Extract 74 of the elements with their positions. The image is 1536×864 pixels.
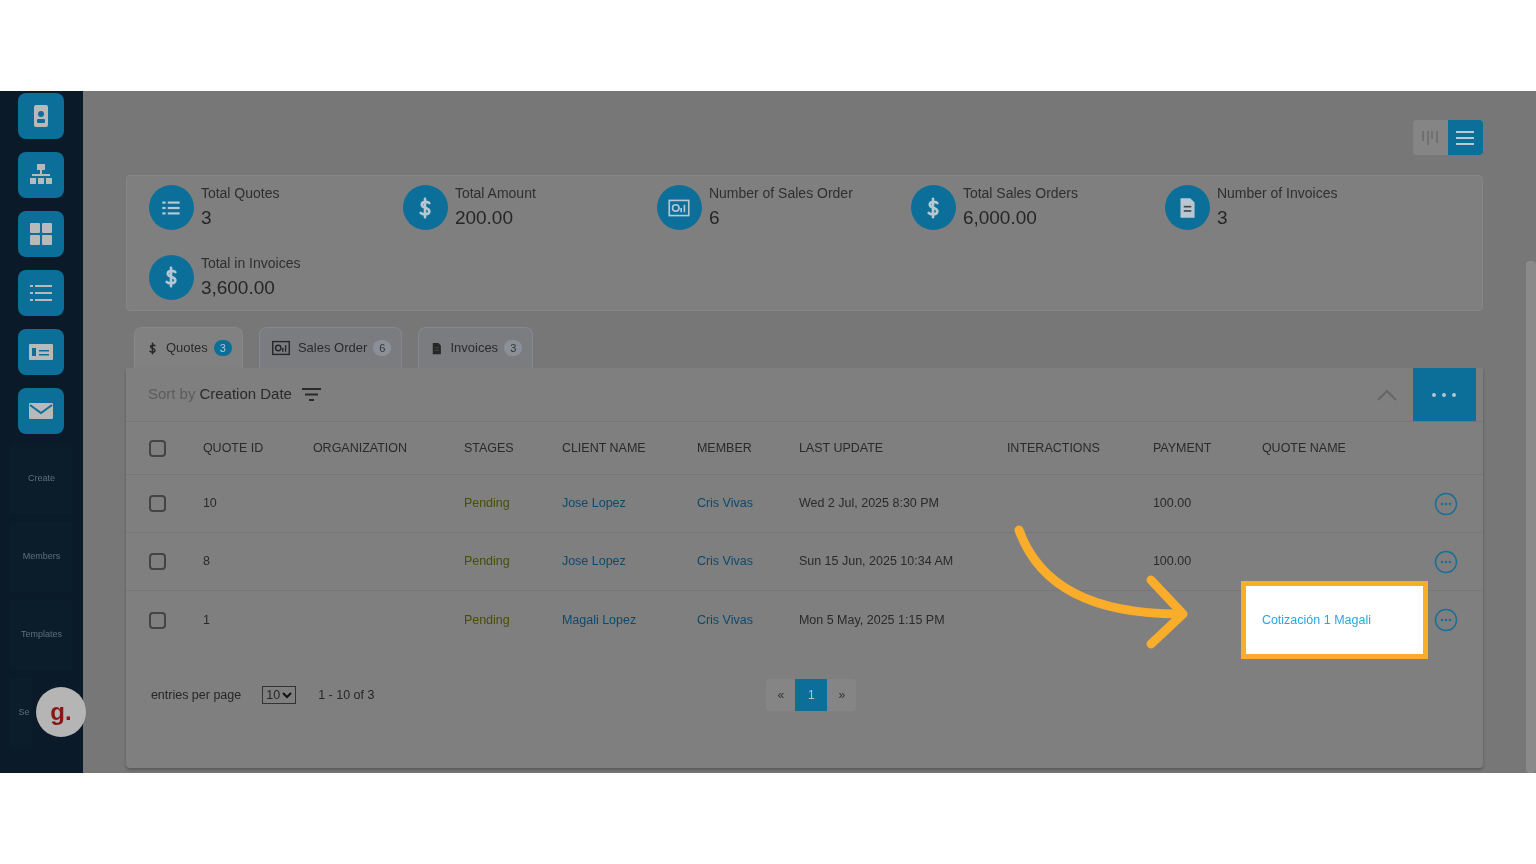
count-badge: 3 xyxy=(213,339,232,357)
column-header: QUOTE ID xyxy=(202,439,265,457)
chevron-up-icon[interactable] xyxy=(1376,388,1397,401)
tab[interactable]: Sales Order 6 xyxy=(258,327,403,368)
more-options-icon[interactable] xyxy=(1433,608,1458,632)
stat-value: 3 xyxy=(1216,206,1229,230)
table-cell-text: Sun 15 Jun, 2025 10:34 AM xyxy=(798,553,955,571)
client-link[interactable]: Magali Lopez xyxy=(561,610,697,630)
more-options-icon[interactable] xyxy=(1433,491,1458,516)
sidebar-icon-button[interactable] xyxy=(18,93,65,139)
page-button[interactable]: 1 xyxy=(795,679,828,711)
stage-text: Pending xyxy=(463,495,511,513)
member-link[interactable]: Cris Vivas xyxy=(696,552,799,571)
stat-label: Number of Sales Order xyxy=(708,184,853,203)
per-page-select[interactable]: 10 xyxy=(262,686,297,704)
table-cell-text: 8 xyxy=(202,553,211,571)
stat-label: Total Amount xyxy=(454,184,536,203)
row-checkbox[interactable] xyxy=(148,611,166,629)
range-text: 1 - 10 of 3 xyxy=(318,686,375,704)
column-header: INTERACTIONS xyxy=(1006,439,1101,457)
tab[interactable]: Quotes 3 xyxy=(133,327,243,368)
client-link[interactable]: Jose Lopez xyxy=(561,552,697,571)
member-link[interactable]: Cris Vivas xyxy=(696,610,799,630)
stage-text: Pending xyxy=(463,553,511,571)
stat-value: 200.00 xyxy=(454,206,514,230)
count-badge: 3 xyxy=(504,339,523,357)
sidebar-icon-button[interactable] xyxy=(18,152,65,198)
stat-value: 3 xyxy=(200,206,213,230)
stat-value: 6,000.00 xyxy=(962,206,1038,230)
sidebar-icon-button[interactable] xyxy=(18,388,65,434)
table-cell-text: 100.00 xyxy=(1152,553,1193,571)
sort-button[interactable]: Creation Date xyxy=(199,383,321,406)
sidebar-icon-button[interactable] xyxy=(18,329,65,375)
sidebar-icon-button[interactable] xyxy=(18,211,65,257)
avatar[interactable]: g. xyxy=(36,687,86,737)
tab[interactable]: Invoices 3 xyxy=(418,327,534,368)
stage-text: Pending xyxy=(463,611,511,629)
select-all-checkbox[interactable] xyxy=(148,439,166,457)
count-badge: 6 xyxy=(373,339,392,357)
more-button[interactable] xyxy=(1412,368,1476,421)
stat-label: Total Sales Orders xyxy=(962,184,1079,203)
column-header: CLIENT NAME xyxy=(561,439,647,457)
table-cell-text: 1 xyxy=(202,611,211,629)
column-header: QUOTE NAME xyxy=(1261,439,1347,457)
table-cell-text: 10 xyxy=(202,495,218,513)
list-view-button[interactable] xyxy=(1447,120,1483,155)
stat-label: Total Quotes xyxy=(200,184,280,203)
stat-label: Number of Invoices xyxy=(1216,184,1338,203)
more-icon xyxy=(1432,392,1457,397)
table-cell-text: Wed 2 Jul, 2025 8:30 PM xyxy=(798,495,940,513)
column-header: MEMBER xyxy=(696,439,753,457)
stat-label: Total in Invoices xyxy=(200,253,301,273)
client-link[interactable]: Jose Lopez xyxy=(561,494,697,513)
entries-label: entries per page xyxy=(150,686,242,704)
caret-icon xyxy=(282,691,293,699)
column-header: LAST UPDATE xyxy=(798,439,885,457)
member-link[interactable]: Cris Vivas xyxy=(696,494,799,513)
table-cell-text: Mon 5 May, 2025 1:15 PM xyxy=(798,611,946,629)
columns-view-button[interactable] xyxy=(1412,120,1448,155)
column-header: ORGANIZATION xyxy=(312,439,409,457)
more-options-icon[interactable] xyxy=(1433,549,1458,574)
sidebar-icon-button[interactable] xyxy=(18,270,65,316)
table-cell-text: 100.00 xyxy=(1152,495,1193,513)
row-checkbox[interactable] xyxy=(148,553,166,570)
column-header: STAGES xyxy=(463,439,515,457)
filter-icon xyxy=(301,388,321,401)
row-checkbox[interactable] xyxy=(148,495,166,512)
menu-icon xyxy=(1456,130,1475,145)
next-page-button[interactable]: » xyxy=(827,679,857,711)
column-header: PAYMENT xyxy=(1152,439,1213,457)
stat-value: 6 xyxy=(708,206,721,230)
stat-value: 3,600.00 xyxy=(200,275,276,300)
quote-name-link[interactable]: Cotización 1 Magali xyxy=(1261,610,1371,630)
previous-page-button[interactable]: « xyxy=(766,679,796,711)
